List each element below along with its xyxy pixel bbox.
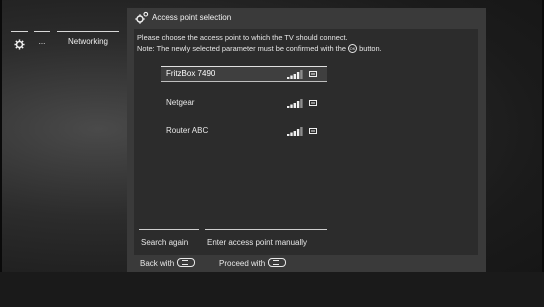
description-line-2-prefix: Note: The newly selected parameter must … [137,44,346,53]
ok-button-icon: OK [348,43,358,53]
breadcrumb-divider [11,31,28,32]
enter-manually-label: Enter access point manually [207,238,308,247]
access-point-name: Netgear [166,98,195,107]
signal-strength-icon [287,70,303,79]
search-again-button[interactable]: Search again [139,229,199,251]
dialog-title: Access point selection [152,13,232,22]
screen-frame-left [0,0,2,307]
bottom-band [0,272,544,307]
signal-strength-icon [287,127,303,136]
breadcrumb-divider [34,31,50,32]
button-divider [139,229,199,230]
selection-line-bottom [161,81,327,82]
dialog-footer: Back with Proceed with [127,255,486,272]
gear-icon [14,39,25,50]
selection-line-top [161,66,327,67]
access-point-name: Router ABC [166,126,209,135]
button-divider [205,229,327,230]
lock-icon [309,71,317,77]
dialog-title-bar: Access point selection [127,8,486,28]
breadcrumb-settings[interactable] [11,31,28,64]
access-point-item[interactable]: Router ABC [161,123,327,139]
access-point-item[interactable]: FritzBox 7490 [161,66,327,82]
description-line-2: Note: The newly selected parameter must … [137,43,382,54]
breadcrumb-ellipsis[interactable]: ... [34,31,50,64]
access-point-dialog: Access point selection Please choose the… [127,8,486,272]
description-line-1: Please choose the access point to which … [137,33,348,42]
proceed-hint[interactable]: Proceed with [219,258,287,268]
enter-manually-button[interactable]: Enter access point manually [205,229,327,251]
back-hint[interactable]: Back with [140,258,196,268]
back-label: Back with [140,259,175,268]
breadcrumb-networking[interactable]: Networking [57,31,119,64]
description-line-2-suffix: button. [359,44,382,53]
proceed-label: Proceed with [219,259,266,268]
breadcrumb-networking-label: Networking [67,37,108,46]
breadcrumb-ellipsis-label: ... [38,37,46,46]
settings-icon [135,11,149,24]
signal-strength-icon [287,99,303,108]
rewind-key-icon [177,258,196,268]
lock-icon [309,100,317,106]
dialog-body: Please choose the access point to which … [134,29,478,255]
lock-icon [309,128,317,134]
breadcrumb-divider [57,31,119,32]
dialog-description: Please choose the access point to which … [137,32,382,54]
access-point-item[interactable]: Netgear [161,95,327,111]
forward-key-icon [268,258,287,268]
search-again-label: Search again [141,238,189,247]
access-point-name: FritzBox 7490 [166,69,216,78]
